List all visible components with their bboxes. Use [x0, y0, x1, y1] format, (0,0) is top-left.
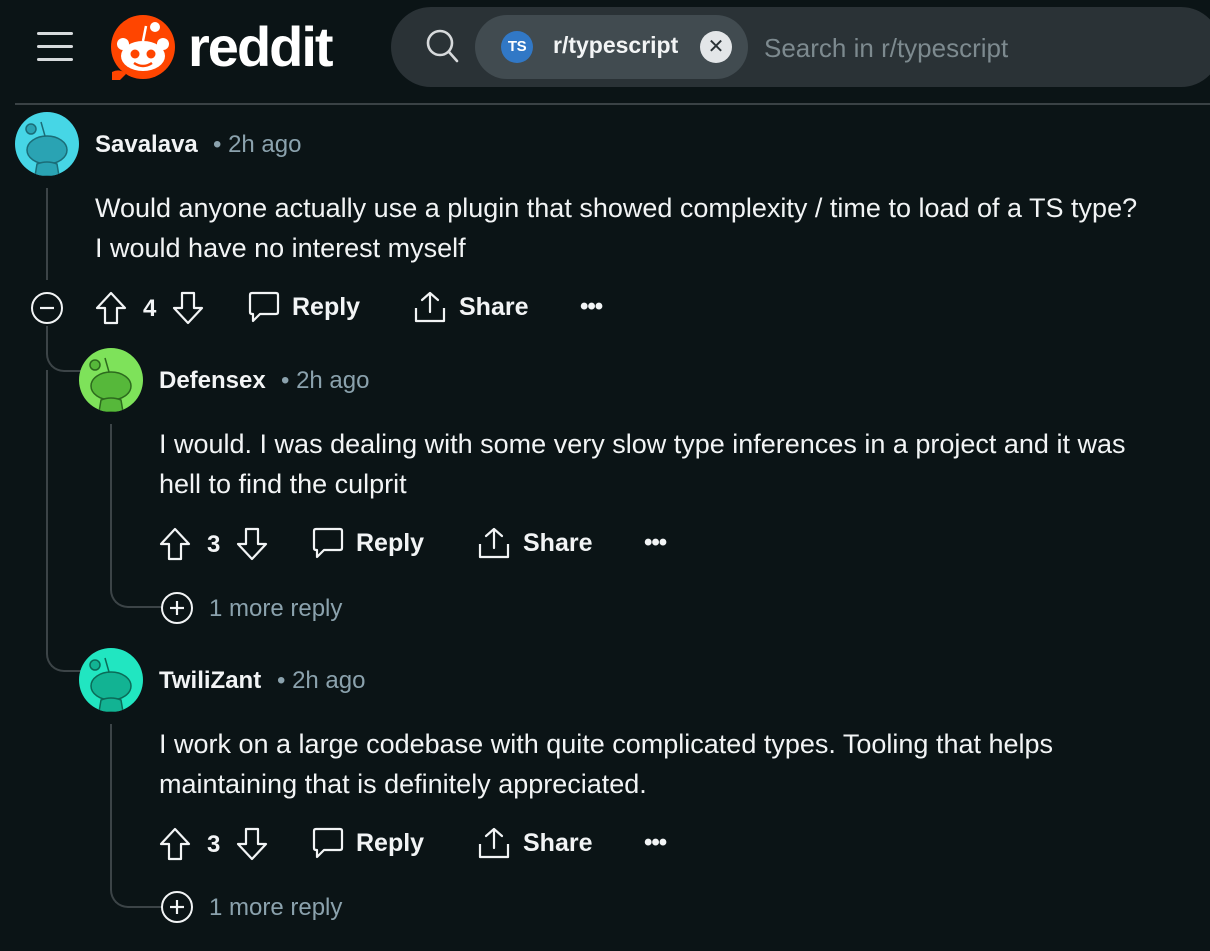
comment-timestamp[interactable]: • 2h ago: [213, 131, 301, 159]
upvote-icon[interactable]: [158, 526, 192, 562]
comment-author[interactable]: Savalava: [95, 131, 198, 159]
more-options-icon[interactable]: •••: [644, 829, 667, 857]
clear-subreddit-close-icon[interactable]: ✕: [700, 31, 732, 63]
share-upload-icon: [414, 291, 446, 323]
reply-label: Reply: [356, 828, 425, 857]
downvote-icon[interactable]: [235, 826, 269, 862]
comment-author[interactable]: Defensex: [159, 367, 266, 395]
reddit-logo[interactable]: reddit: [110, 14, 334, 80]
share-button[interactable]: Share: [413, 290, 528, 324]
more-options-icon[interactable]: •••: [644, 529, 667, 557]
comment-bubble-icon: [312, 827, 344, 859]
upvote-icon[interactable]: [94, 290, 128, 326]
comment-body-line: maintaining that is definitely appreciat…: [159, 769, 647, 799]
upvote-icon[interactable]: [158, 826, 192, 862]
comment-body-line: hell to find the culprit: [159, 469, 407, 499]
share-button[interactable]: Share: [477, 526, 592, 560]
header-divider: [15, 103, 1210, 105]
share-label: Share: [523, 828, 593, 857]
thread-line-comment-3: [110, 724, 162, 908]
share-label: Share: [523, 528, 593, 557]
reply-label: Reply: [292, 292, 361, 321]
more-replies-link[interactable]: 1 more reply: [209, 595, 342, 623]
reply-button[interactable]: Reply: [248, 290, 360, 324]
reply-button[interactable]: Reply: [312, 526, 424, 560]
avatar[interactable]: [15, 112, 79, 176]
comment-bubble-icon: [248, 291, 280, 323]
expand-replies-plus-icon[interactable]: [160, 890, 194, 924]
search-icon[interactable]: [425, 28, 461, 64]
comment-bubble-icon: [312, 527, 344, 559]
share-button[interactable]: Share: [477, 826, 592, 860]
comment-body: I would. I was dealing with some very sl…: [159, 424, 1125, 504]
reply-label: Reply: [356, 528, 425, 557]
reddit-wordmark: reddit: [188, 15, 334, 78]
comment-body-line: I would have no interest myself: [95, 233, 466, 263]
menu-hamburger-icon[interactable]: [35, 29, 75, 65]
comment-body: Would anyone actually use a plugin that …: [95, 188, 1137, 268]
more-options-icon[interactable]: •••: [580, 293, 603, 321]
top-header: reddit TS r/typescript ✕ Search in r/typ…: [0, 0, 1210, 104]
snoo-avatar-icon: [79, 348, 143, 412]
vote-score: 3: [207, 831, 221, 858]
comment-timestamp[interactable]: • 2h ago: [277, 667, 365, 695]
more-replies-link[interactable]: 1 more reply: [209, 894, 342, 922]
downvote-icon[interactable]: [171, 290, 205, 326]
collapse-thread-minus-icon[interactable]: [30, 291, 64, 325]
comment-body: I work on a large codebase with quite co…: [159, 724, 1053, 804]
snoo-avatar-icon: [79, 648, 143, 712]
comment-timestamp[interactable]: • 2h ago: [281, 367, 369, 395]
share-upload-icon: [478, 527, 510, 559]
subreddit-chip-label: r/typescript: [553, 32, 679, 58]
share-upload-icon: [478, 827, 510, 859]
expand-replies-plus-icon[interactable]: [160, 591, 194, 625]
thread-line-root-branch-1: [46, 326, 82, 372]
avatar[interactable]: [79, 648, 143, 712]
thread-line-root: [46, 188, 48, 280]
vote-score: 3: [207, 531, 221, 558]
comment-author[interactable]: TwiliZant: [159, 667, 261, 695]
thread-line-root-branch-2: [46, 620, 82, 672]
reddit-snoo-logo-icon: [111, 15, 175, 80]
thread-line-root-continue: [46, 370, 48, 630]
snoo-avatar-icon: [15, 112, 79, 176]
avatar[interactable]: [79, 348, 143, 412]
comment-body-line: Would anyone actually use a plugin that …: [95, 193, 1138, 223]
downvote-icon[interactable]: [235, 526, 269, 562]
reply-button[interactable]: Reply: [312, 826, 424, 860]
vote-score: 4: [143, 295, 157, 322]
thread-line-comment-2: [110, 424, 162, 608]
share-label: Share: [459, 292, 529, 321]
comment-body-line: I would. I was dealing with some very sl…: [159, 429, 1126, 459]
comment-body-line: I work on a large codebase with quite co…: [159, 729, 1054, 759]
search-input[interactable]: Search in r/typescript: [764, 33, 1008, 64]
typescript-community-icon: TS: [501, 31, 533, 63]
